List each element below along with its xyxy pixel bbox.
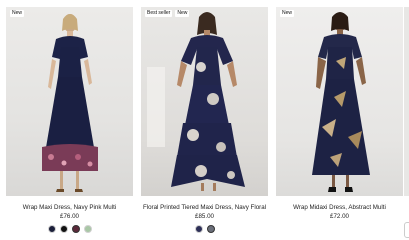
product-image[interactable]: Best seller New	[141, 7, 268, 196]
product-card[interactable]: New Wrap Midaxi Dress, Abstract Multi £7…	[276, 0, 403, 220]
product-image[interactable]: New	[6, 7, 133, 196]
product-image[interactable]: New	[276, 7, 403, 196]
scroll-edge-control[interactable]	[404, 222, 409, 238]
new-badge: New	[280, 10, 295, 17]
new-badge: New	[175, 10, 190, 17]
product-card-partial[interactable]	[404, 0, 409, 238]
color-swatch-selected[interactable]	[206, 225, 215, 233]
product-price: £76.00	[60, 213, 79, 220]
model-photo-icon	[147, 12, 245, 191]
color-swatch[interactable]	[59, 225, 68, 233]
product-price: £85.00	[195, 213, 214, 220]
best-seller-badge: Best seller	[145, 10, 173, 17]
new-badge: New	[10, 10, 25, 17]
product-grid: New Wrap Maxi Dress, Navy Pink Multi £76…	[0, 0, 409, 240]
color-swatches	[6, 225, 133, 233]
model-photo-icon	[42, 14, 98, 192]
product-title[interactable]: Floral Printed Tiered Maxi Dress, Navy F…	[141, 204, 268, 211]
badge-group: New	[280, 10, 295, 17]
color-swatch[interactable]	[194, 225, 203, 233]
badge-group: Best seller New	[145, 10, 190, 17]
badge-group: New	[10, 10, 25, 17]
color-swatch[interactable]	[83, 225, 92, 233]
model-photo-icon	[312, 12, 370, 192]
product-title[interactable]: Wrap Midaxi Dress, Abstract Multi	[276, 204, 403, 211]
product-image-partial[interactable]	[404, 7, 409, 196]
product-price: £72.00	[330, 213, 349, 220]
color-swatch-selected[interactable]	[71, 225, 80, 233]
product-card[interactable]: New Wrap Maxi Dress, Navy Pink Multi £76…	[6, 0, 133, 233]
color-swatches	[141, 225, 268, 233]
product-card[interactable]: Best seller New Floral Printed Tiered Ma…	[141, 0, 268, 233]
color-swatch[interactable]	[47, 225, 56, 233]
product-title[interactable]: Wrap Maxi Dress, Navy Pink Multi	[6, 204, 133, 211]
